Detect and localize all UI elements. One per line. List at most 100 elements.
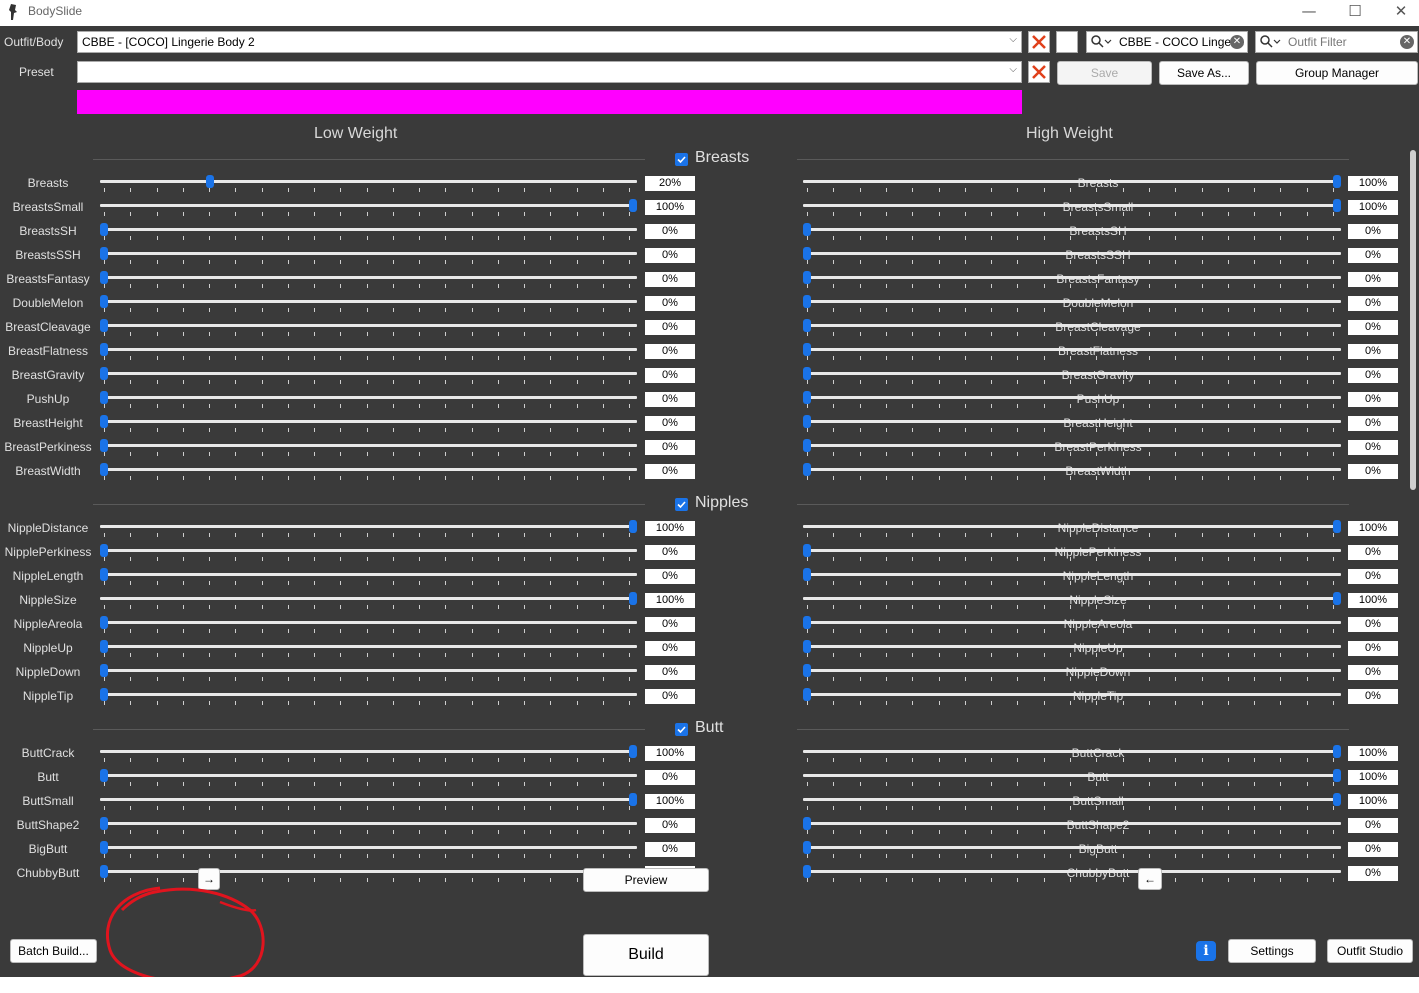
slider-value-input[interactable]: 100% [1348, 521, 1398, 536]
clear-outfit-button[interactable] [1028, 31, 1050, 53]
slider-scrollbar[interactable] [1410, 150, 1416, 490]
slider-track[interactable] [803, 468, 1341, 471]
slider-thumb[interactable] [803, 271, 811, 284]
slider-track[interactable] [803, 444, 1341, 447]
slider-value-input[interactable]: 0% [1348, 617, 1398, 632]
slider-track[interactable] [803, 870, 1341, 873]
slider-track[interactable] [803, 573, 1341, 576]
batch-build-button[interactable]: Batch Build... [10, 939, 97, 963]
slider-track[interactable] [803, 204, 1341, 207]
outfit-preview-swatch[interactable] [1056, 31, 1078, 53]
slider-value-input[interactable]: 100% [1348, 593, 1398, 608]
slider-value-input[interactable]: 100% [1348, 794, 1398, 809]
slider-track[interactable] [803, 645, 1341, 648]
slider-value-input[interactable]: 0% [1348, 248, 1398, 263]
slider-track[interactable] [803, 372, 1341, 375]
slider-value-input[interactable]: 100% [1348, 176, 1398, 191]
group-search-input[interactable]: CBBE - COCO Lingerie ✕ [1086, 31, 1248, 53]
slider-value-input[interactable]: 0% [1348, 344, 1398, 359]
copy-high-to-low-button[interactable]: ← [1138, 868, 1162, 890]
slider-track[interactable] [803, 621, 1341, 624]
slider-track[interactable] [803, 669, 1341, 672]
slider-thumb[interactable] [803, 817, 811, 830]
slider-value-input[interactable]: 0% [1348, 464, 1398, 479]
clear-icon[interactable]: ✕ [1400, 35, 1414, 49]
slider-track[interactable] [803, 774, 1341, 777]
slider-track[interactable] [803, 525, 1341, 528]
group-manager-button[interactable]: Group Manager [1256, 61, 1418, 85]
clear-icon[interactable]: ✕ [1230, 35, 1244, 49]
slider-thumb[interactable] [803, 295, 811, 308]
slider-thumb[interactable] [803, 865, 811, 878]
slider-track[interactable] [803, 750, 1341, 753]
slider-value-input[interactable]: 0% [1348, 842, 1398, 857]
close-window-button[interactable]: ✕ [1378, 0, 1419, 26]
slider-track[interactable] [803, 549, 1341, 552]
slider-thumb[interactable] [803, 439, 811, 452]
preview-button[interactable]: Preview [583, 868, 709, 892]
outfit-select[interactable]: CBBE - [COCO] Lingerie Body 2 ⌵ [77, 31, 1022, 53]
slider-value-input[interactable]: 0% [1348, 689, 1398, 704]
slider-thumb[interactable] [1333, 175, 1341, 188]
build-button[interactable]: Build [583, 934, 709, 976]
slider-track[interactable] [803, 252, 1341, 255]
slider-thumb[interactable] [1333, 199, 1341, 212]
slider-thumb[interactable] [803, 544, 811, 557]
group-checkbox[interactable] [675, 723, 688, 736]
slider-thumb[interactable] [803, 319, 811, 332]
slider-thumb[interactable] [803, 568, 811, 581]
slider-value-input[interactable]: 0% [1348, 392, 1398, 407]
slider-thumb[interactable] [803, 640, 811, 653]
info-icon[interactable]: i [1196, 941, 1216, 961]
slider-value-input[interactable]: 0% [1348, 440, 1398, 455]
slider-track[interactable] [803, 798, 1341, 801]
slider-track[interactable] [803, 180, 1341, 183]
group-checkbox[interactable] [675, 153, 688, 166]
slider-track[interactable] [803, 276, 1341, 279]
slider-thumb[interactable] [803, 688, 811, 701]
slider-track[interactable] [803, 300, 1341, 303]
slider-track[interactable] [803, 597, 1341, 600]
outfit-filter-input[interactable]: Outfit Filter ✕ [1255, 31, 1418, 53]
group-checkbox[interactable] [675, 498, 688, 511]
slider-thumb[interactable] [1333, 520, 1341, 533]
slider-track[interactable] [803, 420, 1341, 423]
slider-value-input[interactable]: 100% [1348, 746, 1398, 761]
save-button[interactable]: Save [1057, 61, 1152, 85]
slider-value-input[interactable]: 0% [1348, 665, 1398, 680]
preset-select[interactable]: ⌵ [77, 61, 1022, 83]
slider-value-input[interactable]: 0% [1348, 416, 1398, 431]
slider-thumb[interactable] [803, 463, 811, 476]
slider-value-input[interactable]: 0% [1348, 272, 1398, 287]
slider-track[interactable] [803, 846, 1341, 849]
slider-value-input[interactable]: 0% [1348, 224, 1398, 239]
slider-value-input[interactable]: 0% [1348, 818, 1398, 833]
slider-track[interactable] [803, 348, 1341, 351]
slider-thumb[interactable] [1333, 592, 1341, 605]
minimize-button[interactable]: — [1286, 0, 1332, 26]
slider-thumb[interactable] [803, 223, 811, 236]
slider-value-input[interactable]: 0% [1348, 545, 1398, 560]
slider-value-input[interactable]: 0% [1348, 296, 1398, 311]
slider-track[interactable] [803, 822, 1341, 825]
slider-value-input[interactable]: 0% [1348, 569, 1398, 584]
slider-thumb[interactable] [803, 841, 811, 854]
slider-thumb[interactable] [1333, 769, 1341, 782]
slider-value-input[interactable]: 0% [1348, 320, 1398, 335]
slider-thumb[interactable] [803, 343, 811, 356]
slider-thumb[interactable] [803, 415, 811, 428]
save-as-button[interactable]: Save As... [1159, 61, 1249, 85]
maximize-button[interactable]: ☐ [1332, 0, 1378, 26]
slider-value-input[interactable]: 0% [1348, 641, 1398, 656]
outfit-studio-button[interactable]: Outfit Studio [1327, 939, 1413, 963]
slider-thumb[interactable] [803, 391, 811, 404]
slider-track[interactable] [803, 228, 1341, 231]
settings-button[interactable]: Settings [1228, 939, 1316, 963]
slider-value-input[interactable]: 100% [1348, 770, 1398, 785]
slider-thumb[interactable] [803, 247, 811, 260]
slider-value-input[interactable]: 100% [1348, 200, 1398, 215]
slider-value-input[interactable]: 0% [1348, 368, 1398, 383]
slider-track[interactable] [803, 324, 1341, 327]
slider-thumb[interactable] [1333, 793, 1341, 806]
slider-thumb[interactable] [803, 367, 811, 380]
